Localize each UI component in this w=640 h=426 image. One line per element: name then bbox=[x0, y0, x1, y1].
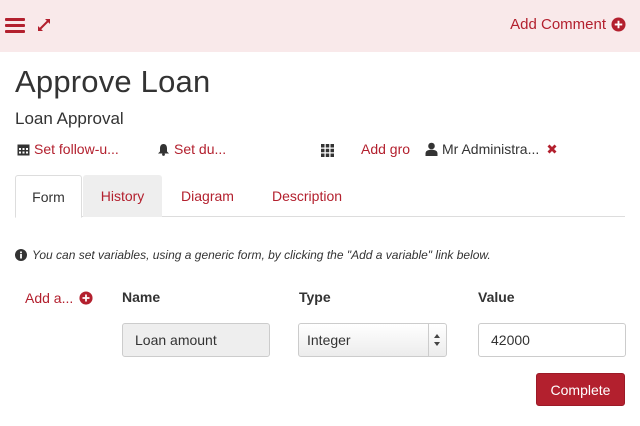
remove-assignee-icon[interactable] bbox=[546, 143, 558, 155]
task-title: Approve Loan bbox=[15, 64, 211, 99]
add-variable-label: Add a... bbox=[25, 290, 74, 306]
info-icon bbox=[15, 249, 27, 261]
info-text: You can set variables, using a generic f… bbox=[32, 248, 491, 262]
add-variable-link[interactable]: Add a... bbox=[25, 290, 93, 306]
bell-icon bbox=[158, 143, 169, 156]
column-header-value: Value bbox=[478, 289, 515, 305]
variable-type-value: Integer bbox=[307, 332, 351, 348]
column-header-name: Name bbox=[122, 289, 161, 305]
process-name: Loan Approval bbox=[15, 109, 124, 128]
info-message: You can set variables, using a generic f… bbox=[15, 248, 491, 262]
add-comment-label: Add Comment bbox=[510, 16, 606, 33]
grid-icon[interactable] bbox=[321, 144, 334, 157]
plus-circle-icon bbox=[611, 17, 626, 32]
assignee: Mr Administra... bbox=[425, 141, 562, 157]
tab-form[interactable]: Form bbox=[15, 175, 82, 218]
variable-name-field: Loan amount bbox=[122, 323, 270, 357]
tab-history[interactable]: History bbox=[83, 175, 162, 217]
set-due-date-link[interactable]: Set du... bbox=[157, 141, 226, 157]
add-group-label: Add gro bbox=[361, 141, 411, 157]
expand-icon[interactable] bbox=[36, 17, 52, 33]
variable-value-input[interactable] bbox=[478, 323, 626, 357]
task-tabs: Form History Diagram Description bbox=[15, 175, 625, 218]
set-follow-up-label: Set follow-u... bbox=[34, 141, 119, 157]
complete-button[interactable]: Complete bbox=[536, 373, 625, 406]
user-icon bbox=[425, 142, 438, 156]
calendar-icon bbox=[17, 144, 30, 155]
tab-diagram[interactable]: Diagram bbox=[165, 175, 250, 217]
variable-type-select[interactable]: Integer bbox=[298, 323, 447, 357]
assignee-name: Mr Administra... bbox=[442, 141, 540, 157]
select-arrows-icon bbox=[428, 324, 440, 356]
set-follow-up-link[interactable]: Set follow-u... bbox=[17, 141, 119, 157]
column-header-type: Type bbox=[299, 289, 331, 305]
top-bar: Add Comment bbox=[0, 0, 640, 52]
plus-circle-icon bbox=[79, 291, 93, 305]
add-comment-button[interactable]: Add Comment bbox=[510, 16, 626, 33]
tab-description[interactable]: Description bbox=[256, 175, 358, 217]
add-group-link[interactable]: Add gro bbox=[361, 141, 410, 157]
menu-icon[interactable] bbox=[5, 18, 25, 34]
set-due-date-label: Set du... bbox=[174, 141, 227, 157]
